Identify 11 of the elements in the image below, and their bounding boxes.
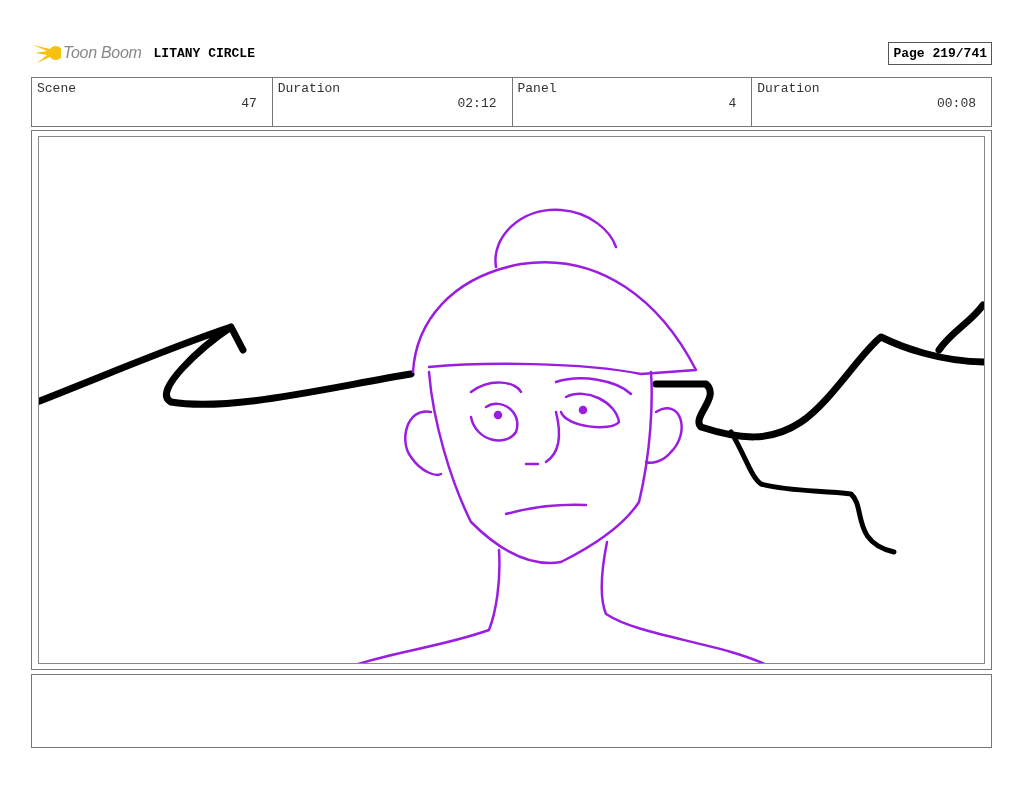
page-number: Page 219/741	[888, 41, 992, 65]
project-title: LITANY CIRCLE	[153, 45, 255, 61]
field-label: Duration	[277, 81, 341, 96]
field-value: 00:08	[937, 96, 976, 111]
field-label: Duration	[757, 81, 820, 96]
field-label: Panel	[517, 81, 557, 96]
field-value: 4	[728, 96, 737, 111]
field-value: 02:12	[457, 96, 497, 111]
field-label: Scene	[37, 81, 76, 96]
logo-text: Toon Boom	[63, 44, 142, 62]
field-value: 47	[241, 96, 257, 111]
